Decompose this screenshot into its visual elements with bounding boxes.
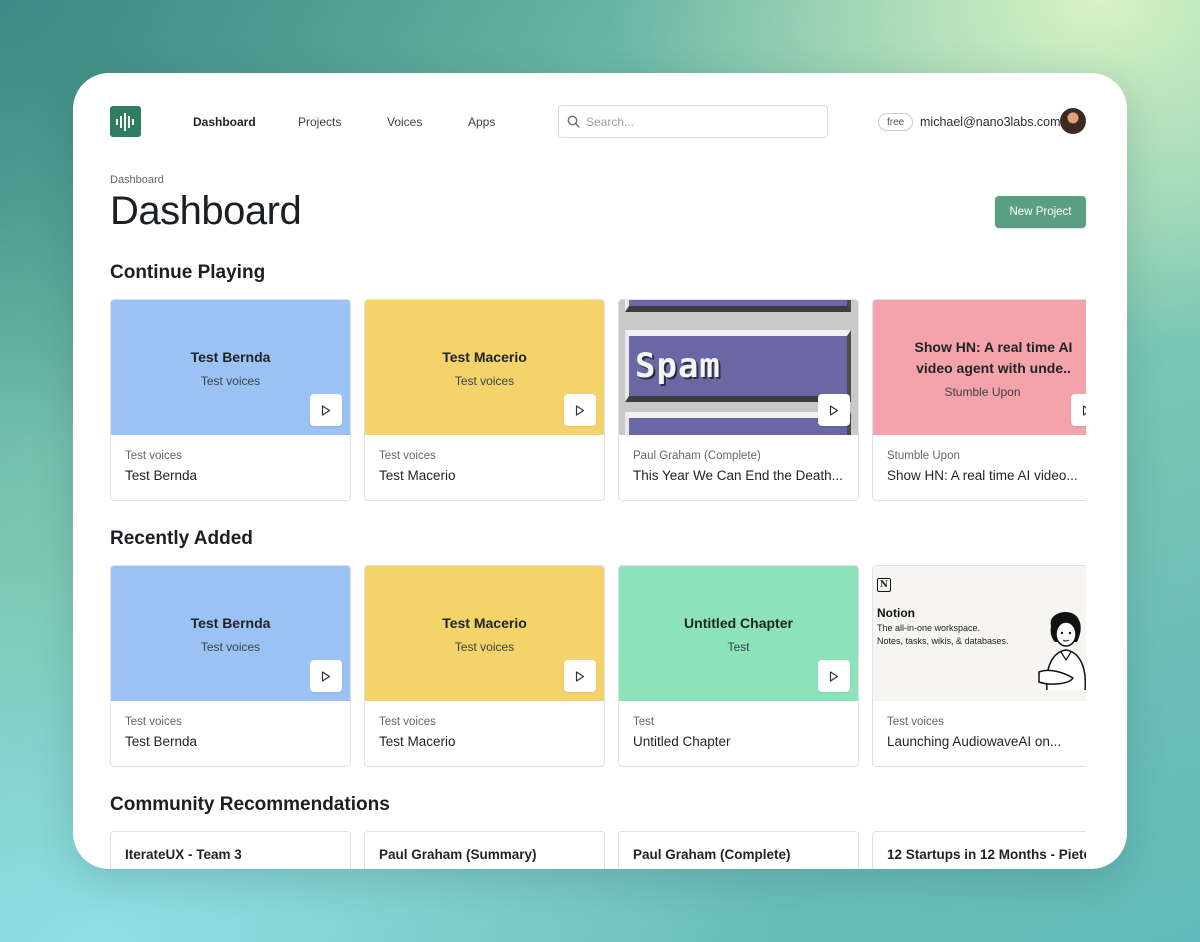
thumb-subtitle: Test voices xyxy=(454,374,515,388)
page-title: Dashboard xyxy=(110,189,302,233)
thumb-title: Test Bernda xyxy=(190,615,271,631)
section-title-community: Community Recommendations xyxy=(110,794,390,815)
breadcrumb[interactable]: Dashboard xyxy=(110,174,164,186)
thumb-title: Test Macerio xyxy=(442,615,527,631)
new-project-button[interactable]: New Project xyxy=(995,196,1086,228)
play-button[interactable] xyxy=(1071,394,1086,426)
audiowave-logo-icon[interactable] xyxy=(110,106,141,137)
card-subtitle: Test xyxy=(633,716,655,728)
card-thumbnail-image: N Notion The all-in-one workspace. Notes… xyxy=(873,566,1086,701)
search-box[interactable] xyxy=(558,105,828,138)
play-button[interactable] xyxy=(310,394,342,426)
card-thumbnail: Test Macerio Test voices xyxy=(365,566,604,701)
thumb-title: Show HN: A real time AI video agent with… xyxy=(914,338,1073,376)
thumb-image-text: Spam xyxy=(635,346,721,386)
card-thumbnail: Show HN: A real time AI video agent with… xyxy=(873,300,1086,435)
card-subtitle: Test voices xyxy=(379,450,436,462)
card-thumbnail: Test Macerio Test voices xyxy=(365,300,604,435)
thumb-subtitle: Test voices xyxy=(454,640,515,654)
thumb-title: Untitled Chapter xyxy=(684,615,793,631)
search-input[interactable] xyxy=(586,114,806,129)
card-subtitle: Stumble Upon xyxy=(887,450,960,462)
card-title: IterateUX - Team 3 xyxy=(125,847,242,862)
play-button[interactable] xyxy=(818,394,850,426)
play-icon xyxy=(1082,404,1086,416)
section-title-recently-added: Recently Added xyxy=(110,528,253,549)
card-subtitle: Test voices xyxy=(379,716,436,728)
person-illustration-icon xyxy=(1038,612,1086,690)
play-icon xyxy=(575,404,585,416)
community-card[interactable]: 12 Startups in 12 Months - Pieter xyxy=(872,831,1086,869)
card-title: Paul Graham (Summary) xyxy=(379,847,537,862)
card-thumbnail-image: Spam xyxy=(619,300,858,435)
app-window: Dashboard Projects Voices Apps free mich… xyxy=(73,73,1127,869)
thumb-title: Test Macerio xyxy=(442,349,527,365)
card-title: Test Macerio xyxy=(379,734,456,749)
card-subtitle: Test voices xyxy=(125,716,182,728)
continue-playing-row: Test Bernda Test voices Test voices Test… xyxy=(110,299,1086,501)
notion-tagline: Notes, tasks, wikis, & databases. xyxy=(877,636,1009,646)
play-button[interactable] xyxy=(564,394,596,426)
card-title: Test Macerio xyxy=(379,468,456,483)
play-button[interactable] xyxy=(818,660,850,692)
notion-title: Notion xyxy=(877,606,915,620)
card-title: Show HN: A real time AI video... xyxy=(887,468,1078,483)
thumb-subtitle: Test voices xyxy=(200,640,261,654)
app-content: Dashboard Projects Voices Apps free mich… xyxy=(110,73,1086,869)
project-card[interactable]: Test Macerio Test voices Test voices Tes… xyxy=(364,565,605,767)
plan-badge: free xyxy=(878,113,914,131)
user-email[interactable]: michael@nano3labs.com xyxy=(920,115,1061,129)
community-card[interactable]: Paul Graham (Summary) xyxy=(364,831,605,869)
thumb-subtitle: Test voices xyxy=(200,374,261,388)
nav-voices[interactable]: Voices xyxy=(387,115,422,129)
project-card[interactable]: Show HN: A real time AI video agent with… xyxy=(872,299,1086,501)
thumb-subtitle: Test xyxy=(727,640,750,654)
project-card[interactable]: Spam Paul Graham (Complete) This Year We… xyxy=(618,299,859,501)
section-title-continue-playing: Continue Playing xyxy=(110,262,266,283)
card-subtitle: Test voices xyxy=(125,450,182,462)
notion-tagline: The all-in-one workspace. xyxy=(877,623,981,633)
project-card[interactable]: Test Bernda Test voices Test voices Test… xyxy=(110,299,351,501)
project-card[interactable]: Test Bernda Test voices Test voices Test… xyxy=(110,565,351,767)
card-title: Test Bernda xyxy=(125,734,198,749)
notion-logo-icon: N xyxy=(877,578,891,592)
card-thumbnail: Test Bernda Test voices xyxy=(111,566,350,701)
community-card[interactable]: IterateUX - Team 3 xyxy=(110,831,351,869)
play-icon xyxy=(575,670,585,682)
project-card[interactable]: Untitled Chapter Test Test Untitled Chap… xyxy=(618,565,859,767)
card-title: This Year We Can End the Death... xyxy=(633,468,843,483)
card-title: Untitled Chapter xyxy=(633,734,731,749)
play-icon xyxy=(829,670,839,682)
nav-apps[interactable]: Apps xyxy=(468,115,495,129)
card-thumbnail: Untitled Chapter Test xyxy=(619,566,858,701)
nav-projects[interactable]: Projects xyxy=(298,115,341,129)
play-icon xyxy=(321,404,331,416)
search-icon xyxy=(567,115,580,128)
play-button[interactable] xyxy=(564,660,596,692)
card-title: Launching AudiowaveAI on... xyxy=(887,734,1062,749)
play-icon xyxy=(829,404,839,416)
card-title: 12 Startups in 12 Months - Pieter xyxy=(887,847,1086,862)
user-avatar[interactable] xyxy=(1060,108,1086,134)
project-card[interactable]: Test Macerio Test voices Test voices Tes… xyxy=(364,299,605,501)
card-title: Test Bernda xyxy=(125,468,198,483)
project-card[interactable]: N Notion The all-in-one workspace. Notes… xyxy=(872,565,1086,767)
thumb-title: Test Bernda xyxy=(190,349,271,365)
nav-dashboard[interactable]: Dashboard xyxy=(193,115,256,129)
community-card[interactable]: Paul Graham (Complete) xyxy=(618,831,859,869)
play-button[interactable] xyxy=(310,660,342,692)
card-subtitle: Paul Graham (Complete) xyxy=(633,450,761,462)
thumb-subtitle: Stumble Upon xyxy=(944,384,1021,399)
recently-added-row: Test Bernda Test voices Test voices Test… xyxy=(110,565,1086,767)
card-subtitle: Test voices xyxy=(887,716,944,728)
waveform-icon xyxy=(115,112,134,131)
play-icon xyxy=(321,670,331,682)
community-row: IterateUX - Team 3 Paul Graham (Summary)… xyxy=(110,831,1086,869)
card-thumbnail: Test Bernda Test voices xyxy=(111,300,350,435)
card-title: Paul Graham (Complete) xyxy=(633,847,791,862)
